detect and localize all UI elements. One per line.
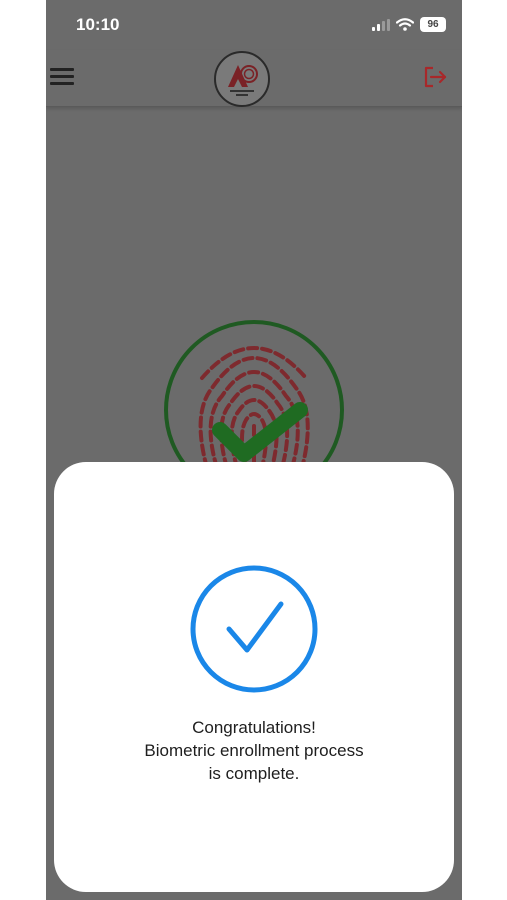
screen-frame: 10:10 96 Congratulations! Biometric enro…	[0, 0, 507, 900]
logout-icon	[424, 66, 447, 88]
signal-icon	[372, 18, 390, 31]
dialog-message: Congratulations! Biometric enrollment pr…	[54, 716, 454, 785]
phone-screen: 10:10 96 Congratulations! Biometric enro…	[46, 0, 462, 900]
dialog-body-line1: Biometric enrollment process	[144, 741, 364, 760]
logout-button[interactable]	[422, 64, 450, 92]
status-icons: 96	[372, 17, 446, 32]
menu-button[interactable]	[50, 64, 76, 88]
enrollment-complete-dialog: Congratulations! Biometric enrollment pr…	[54, 462, 454, 892]
success-check-circle-icon	[190, 565, 318, 693]
dialog-title: Congratulations!	[192, 718, 316, 737]
wifi-icon	[396, 18, 414, 31]
status-bar: 10:10 96	[46, 0, 462, 50]
app-logo	[214, 51, 270, 107]
battery-icon: 96	[420, 17, 446, 32]
dialog-body-line2: is complete.	[208, 764, 300, 783]
app-bar	[46, 50, 462, 107]
hamburger-menu-icon	[50, 67, 74, 71]
organization-logo-icon	[217, 54, 267, 104]
status-time: 10:10	[76, 15, 120, 34]
